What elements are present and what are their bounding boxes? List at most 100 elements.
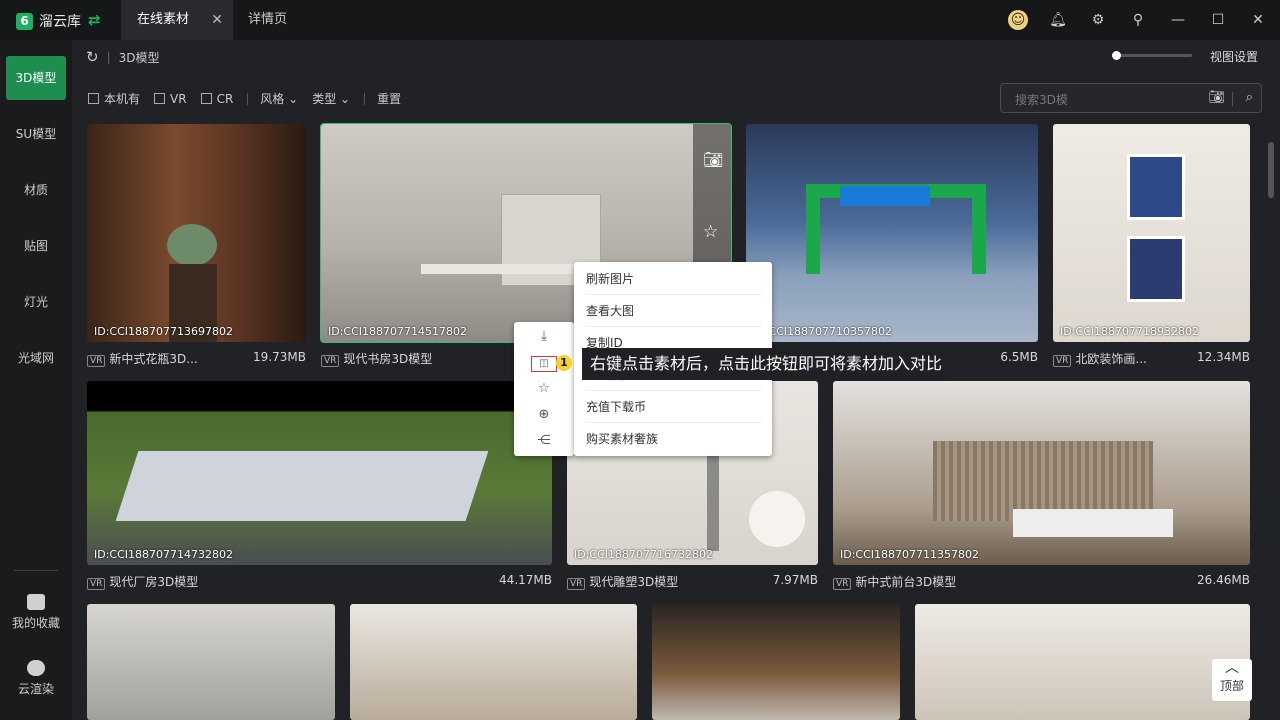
globe-icon[interactable]: ⊕	[514, 402, 574, 428]
maximize-icon[interactable]: ☐	[1208, 10, 1228, 30]
app-logo-badge: 6	[16, 12, 33, 30]
chevron-down-icon: ⌄	[340, 92, 351, 106]
asset-name: 新中式花瓶3D...	[109, 352, 198, 366]
context-action-column: ⤓ ◫ ☆ ⊕ ⋲	[514, 322, 574, 456]
factory-shape	[115, 451, 489, 521]
chevron-down-icon: ⌄	[288, 92, 299, 106]
filter-vr[interactable]: VR	[154, 92, 187, 106]
dropdown-label: 风格	[260, 92, 285, 106]
filter-label: CR	[216, 91, 234, 106]
chevron-up-icon: ︿	[1225, 660, 1239, 676]
star-icon[interactable]: ☆	[514, 376, 574, 402]
tab-online-assets[interactable]: 在线素材 ✕	[121, 0, 233, 40]
asset-thumbnail[interactable]	[652, 604, 900, 720]
menu-item-view-large[interactable]: 查看大图	[586, 295, 762, 327]
avatar[interactable]: ☺	[1008, 10, 1028, 30]
back-to-top-label: 顶部	[1219, 679, 1244, 693]
asset-thumbnail[interactable]	[87, 604, 335, 720]
camera-icon[interactable]: 📷︎	[703, 150, 723, 169]
asset-card[interactable]: ID:CCI188707718932802 VR 北欧装饰画... 12.34MB	[1053, 124, 1250, 368]
filter-bar: 本机有 VR CR 风格 ⌄ 类型 ⌄ 重置	[88, 90, 401, 107]
cloud-icon	[27, 660, 45, 676]
asset-name: 现代书房3D模型	[343, 352, 433, 366]
zoom-slider-handle[interactable]	[1112, 51, 1121, 60]
checkbox[interactable]	[88, 93, 99, 104]
filter-local[interactable]: 本机有	[88, 90, 140, 107]
close-window-icon[interactable]: ✕	[1248, 10, 1268, 30]
search-input[interactable]: 搜索3D模	[1015, 91, 1068, 108]
sidebar-item-su-model[interactable]: SU模型	[6, 112, 66, 156]
sidebar-favorites[interactable]: 我的收藏	[0, 594, 72, 631]
tab-details[interactable]: 详情页	[248, 0, 308, 40]
title-bar: 6 溜云库 ⇄ 在线素材 ✕ 详情页 ☺ 🔔︎ ⚙ ⚲ — ☐ ✕	[0, 0, 1280, 40]
download-icon[interactable]: ⤓	[514, 324, 574, 350]
gear-icon[interactable]: ⚙	[1088, 10, 1108, 30]
sculpture-shape	[707, 451, 719, 551]
asset-thumbnail[interactable]	[350, 604, 637, 720]
share-icon[interactable]: ⋲	[514, 428, 574, 454]
asset-size: 12.34MB	[1197, 350, 1250, 364]
close-icon[interactable]: ✕	[211, 0, 223, 40]
asset-card[interactable]: ID:CCI188707711357802 VR 新中式前台3D模型 26.46M…	[833, 381, 1250, 591]
scrollbar[interactable]	[1268, 142, 1274, 198]
menu-item-buy[interactable]: 购买素材奢族	[586, 423, 762, 455]
sidebar-item-texture[interactable]: 贴图	[6, 224, 66, 268]
breadcrumb: ↻ | 3D模型	[86, 48, 160, 66]
star-icon[interactable]: ☆	[703, 222, 718, 242]
menu-item-recharge[interactable]: 充值下载币	[586, 391, 762, 423]
style-dropdown[interactable]: 风格 ⌄	[260, 90, 298, 107]
star-box-icon	[27, 594, 45, 610]
asset-caption: VR 现代厂房3D模型	[87, 573, 198, 590]
menu-item-refresh-image[interactable]: 刷新图片	[586, 263, 762, 295]
back-to-top-button[interactable]: ︿ 顶部	[1212, 659, 1252, 701]
asset-id: ID:CCI188707711357802	[840, 548, 980, 561]
sidebar-item-light[interactable]: 灯光	[6, 280, 66, 324]
search-box: 搜索3D模 📷︎ ⌕	[1000, 83, 1262, 113]
asset-thumbnail[interactable]: ID:CCI188707718932802	[1053, 124, 1250, 342]
divider	[364, 92, 366, 105]
asset-card[interactable]: ID:CCI188707713697802 VR 新中式花瓶3D... 19.73…	[87, 124, 306, 368]
asset-thumbnail[interactable]: ID:CCI188707713697802	[87, 124, 306, 342]
vr-badge: VR	[833, 578, 852, 590]
asset-name: 新中式前台3D模型	[855, 575, 957, 589]
asset-name: 现代雕塑3D模型	[589, 575, 679, 589]
sidebar-item-ies[interactable]: 光域网	[6, 336, 66, 380]
asset-card[interactable]: ID:CCI188707710357802 6.5MB	[746, 124, 1038, 368]
zoom-slider[interactable]	[1112, 51, 1192, 60]
vr-badge: VR	[87, 578, 106, 590]
asset-size: 44.17MB	[499, 573, 552, 587]
asset-caption: VR 现代雕塑3D模型	[567, 573, 678, 590]
view-settings-link[interactable]: 视图设置	[1210, 48, 1258, 65]
checkbox[interactable]	[154, 93, 166, 104]
asset-caption: VR 现代书房3D模型	[321, 350, 432, 367]
refresh-icon[interactable]: ↻	[86, 48, 99, 66]
asset-thumbnail[interactable]: ID:CCI188707714732802	[87, 381, 552, 565]
gate-sign-shape	[840, 186, 930, 206]
asset-size: 26.46MB	[1197, 573, 1250, 587]
asset-id: ID:CCI188707714732802	[94, 548, 234, 561]
minimize-icon[interactable]: —	[1168, 10, 1188, 30]
sidebar-item-material[interactable]: 材质	[6, 168, 66, 212]
sidebar-cloud-render[interactable]: 云渲染	[0, 660, 72, 697]
switch-icon[interactable]: ⇄	[88, 11, 101, 29]
sidebar-item-3d-model[interactable]: 3D模型	[6, 56, 66, 100]
vr-badge: VR	[87, 355, 106, 367]
bell-icon[interactable]: 🔔︎	[1048, 10, 1068, 30]
checkbox[interactable]	[200, 93, 212, 104]
type-dropdown[interactable]: 类型 ⌄	[312, 90, 350, 107]
camera-search-icon[interactable]: 📷︎	[1208, 90, 1225, 105]
reset-button[interactable]: 重置	[377, 90, 401, 107]
asset-thumbnail[interactable]: ID:CCI188707711357802	[833, 381, 1250, 565]
filter-cr[interactable]: CR	[200, 91, 234, 106]
asset-thumbnail[interactable]: ID:CCI188707710357802	[746, 124, 1038, 342]
divider	[247, 92, 249, 105]
sidebar-cloud-render-label: 云渲染	[17, 682, 54, 696]
guide-tooltip: 右键点击素材后，点击此按钮即可将素材加入对比	[582, 348, 951, 380]
breadcrumb-label: 3D模型	[118, 50, 160, 65]
asset-card[interactable]: ID:CCI188707714732802 VR 现代厂房3D模型 44.17MB	[87, 381, 552, 591]
pin-icon[interactable]: ⚲	[1128, 10, 1148, 30]
asset-id: ID:CCI188707716732802	[574, 548, 714, 561]
asset-thumbnail[interactable]	[915, 604, 1250, 720]
vr-badge: VR	[567, 578, 586, 590]
search-icon[interactable]: ⌕	[1246, 90, 1253, 105]
